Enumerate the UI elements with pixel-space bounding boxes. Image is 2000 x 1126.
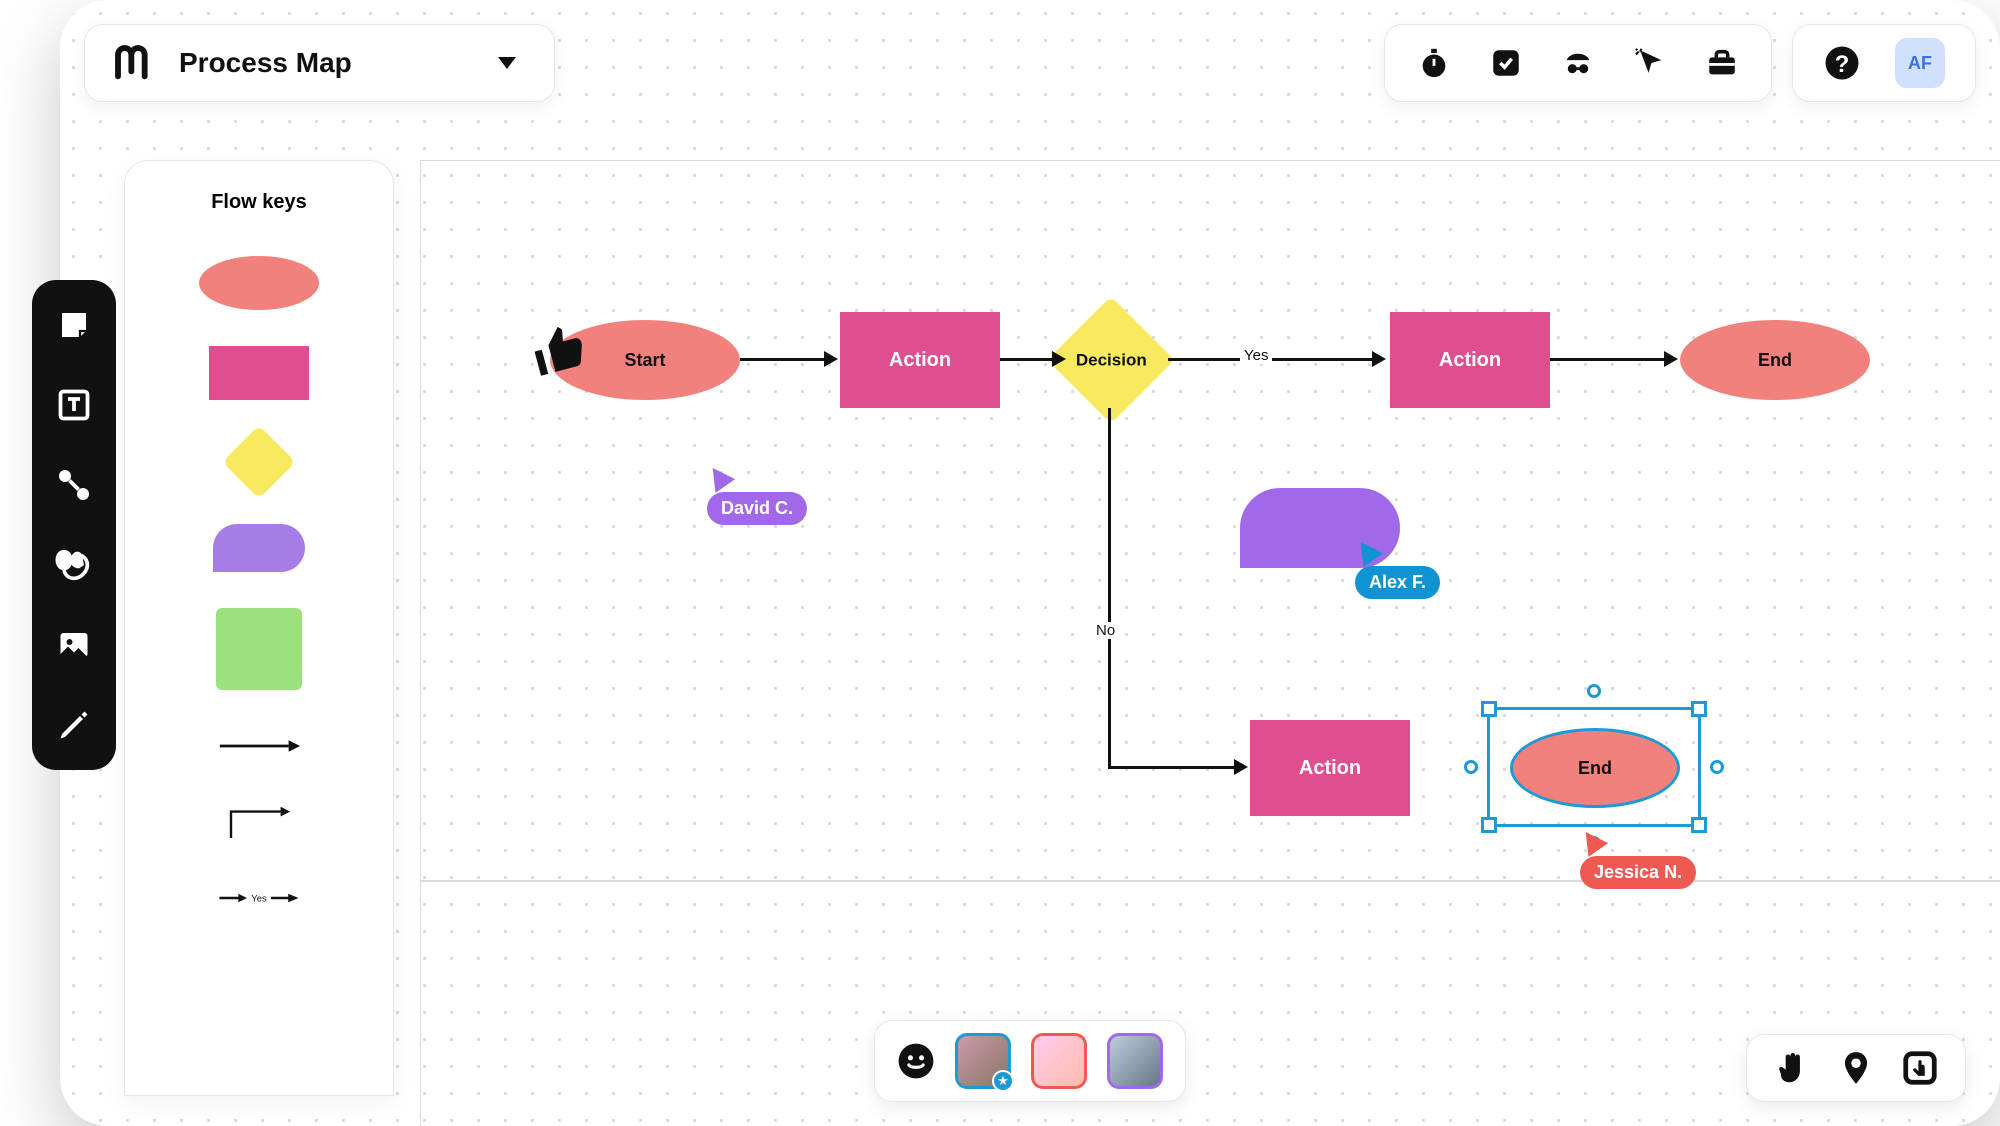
key-ellipse[interactable] (199, 256, 319, 310)
svg-text:?: ? (1835, 51, 1850, 78)
image-icon[interactable] (53, 624, 95, 666)
key-arrow-labeled[interactable]: Yes (216, 878, 302, 918)
arrowhead-icon (1052, 351, 1066, 367)
edge-label-no: No (1092, 622, 1119, 639)
connector-icon[interactable] (53, 464, 95, 506)
cursor-icon[interactable] (1631, 44, 1669, 82)
cursor-label: David C. (707, 492, 807, 525)
view-controls (1746, 1034, 1966, 1102)
node-label: Action (889, 349, 951, 372)
map-pin-icon[interactable] (1837, 1049, 1875, 1087)
flow-keys-panel: Flow keys Yes (124, 160, 394, 1096)
key-rounded[interactable] (213, 524, 305, 572)
key-box[interactable] (216, 608, 302, 690)
cursor-david: David C. (707, 466, 807, 525)
edge-decision-no-h[interactable] (1108, 766, 1236, 769)
node-label: End (1758, 350, 1792, 371)
node-label: Decision (1076, 350, 1147, 370)
top-tool-cluster (1384, 24, 1772, 102)
text-tool-icon[interactable] (53, 384, 95, 426)
cursor-label: Jessica N. (1580, 856, 1696, 889)
cursor-jessica: Jessica N. (1580, 830, 1696, 889)
timer-icon[interactable] (1415, 44, 1453, 82)
logo-icon (113, 43, 153, 83)
node-label: End (1578, 758, 1612, 779)
edge-decision-no-v[interactable] (1108, 408, 1111, 766)
horizontal-guide (420, 880, 2000, 882)
key-rectangle[interactable] (209, 346, 309, 400)
edge-start-action[interactable] (740, 358, 826, 361)
participant-2[interactable] (1031, 1033, 1087, 1089)
node-action-1[interactable]: Action (840, 312, 1000, 408)
help-user-cluster: ? AF (1792, 24, 1976, 102)
key-arrow-straight[interactable] (216, 726, 302, 766)
sticky-note-icon[interactable] (53, 304, 95, 346)
arrowhead-icon (1664, 351, 1678, 367)
edge-action-decision[interactable] (1000, 358, 1054, 361)
star-badge-icon: ★ (992, 1070, 1014, 1092)
top-right: ? AF (1384, 24, 1976, 102)
node-label: Action (1299, 757, 1361, 780)
app-frame: Process Map ? AF Flow keys (60, 0, 2000, 1126)
tool-rail (32, 280, 116, 770)
touch-icon[interactable] (1901, 1049, 1939, 1087)
help-icon[interactable]: ? (1823, 44, 1861, 82)
edge-action2-end[interactable] (1550, 358, 1666, 361)
chevron-down-icon (498, 57, 516, 69)
cursor-alex: Alex F. (1355, 540, 1440, 599)
node-action-2[interactable]: Action (1390, 312, 1550, 408)
panel-title: Flow keys (211, 191, 307, 214)
hand-icon[interactable] (1773, 1049, 1811, 1087)
shape-icon[interactable] (53, 544, 95, 586)
user-avatar[interactable]: AF (1895, 38, 1945, 88)
incognito-icon[interactable] (1559, 44, 1597, 82)
node-end-2[interactable]: End (1510, 728, 1680, 808)
node-action-3[interactable]: Action (1250, 720, 1410, 816)
key-arrow-elbow[interactable] (216, 802, 302, 842)
top-bar: Process Map ? AF (84, 24, 1976, 102)
edge-label-yes: Yes (1240, 347, 1272, 364)
pencil-icon[interactable] (53, 704, 95, 746)
node-label: Start (624, 350, 665, 371)
arrowhead-icon (1372, 351, 1386, 367)
emoji-icon[interactable] (897, 1042, 935, 1080)
canvas[interactable] (420, 160, 2000, 1126)
board-title: Process Map (179, 47, 352, 79)
node-label: Action (1439, 349, 1501, 372)
key-diamond[interactable] (233, 436, 285, 488)
board-title-dropdown[interactable]: Process Map (84, 24, 555, 102)
participant-1[interactable]: ★ (955, 1033, 1011, 1089)
cursor-label: Alex F. (1355, 566, 1440, 599)
svg-text:Yes: Yes (251, 893, 267, 904)
participant-bar: ★ (874, 1020, 1186, 1102)
arrowhead-icon (824, 351, 838, 367)
arrowhead-icon (1234, 759, 1248, 775)
node-end[interactable]: End (1680, 320, 1870, 400)
user-initials: AF (1908, 53, 1932, 74)
vote-icon[interactable] (1487, 44, 1525, 82)
toolbox-icon[interactable] (1703, 44, 1741, 82)
participant-3[interactable] (1107, 1033, 1163, 1089)
